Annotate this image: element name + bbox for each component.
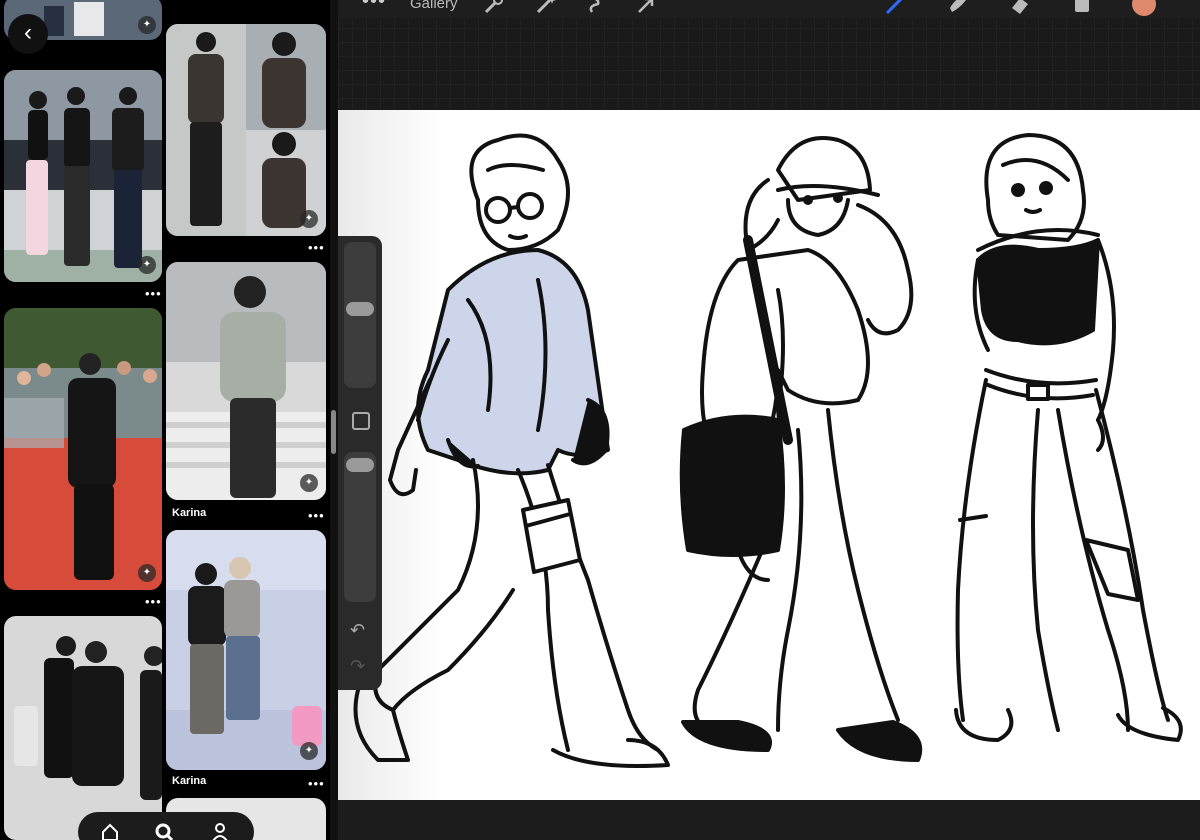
procreate-app: ••• Gallery	[338, 0, 1200, 840]
pin-badge-icon: ✦	[300, 474, 318, 492]
pin-badge-icon: ✦	[300, 210, 318, 228]
pin-more-button[interactable]: •••	[145, 595, 162, 608]
pin-image[interactable]	[4, 70, 162, 282]
pin-image[interactable]	[4, 308, 162, 590]
brush-icon[interactable]	[884, 0, 908, 16]
pin-badge-icon: ✦	[138, 16, 156, 34]
pin-image[interactable]	[166, 530, 326, 770]
chevron-left-icon: ‹	[24, 19, 32, 46]
modify-button[interactable]	[352, 412, 370, 430]
opacity-slider[interactable]	[344, 452, 376, 602]
pinterest-panel: ✦ ✦ ••• ✦ ••• ✦ ••• ✦ Karina ••• ✦ Karin…	[0, 0, 330, 840]
undo-button[interactable]: ↶	[350, 620, 365, 641]
top-toolbar: ••• Gallery	[338, 0, 1200, 18]
pin-badge-icon: ✦	[300, 742, 318, 760]
transform-icon[interactable]	[634, 0, 658, 16]
home-icon[interactable]	[100, 822, 120, 840]
pin-image[interactable]	[166, 262, 326, 500]
actions-menu-button[interactable]: •••	[362, 0, 386, 13]
split-view-handle[interactable]	[331, 410, 336, 454]
pin-more-button[interactable]: •••	[308, 777, 325, 790]
drawing-canvas[interactable]	[338, 110, 1200, 800]
wrench-icon[interactable]	[482, 0, 506, 16]
back-button[interactable]: ‹	[8, 14, 48, 54]
pin-image[interactable]	[4, 616, 162, 840]
profile-icon[interactable]	[210, 822, 230, 840]
gallery-button[interactable]: Gallery	[410, 0, 458, 12]
pin-more-button[interactable]: •••	[145, 287, 162, 300]
fashion-sketch	[338, 110, 1200, 800]
brush-sidebar: ↶ ↷	[338, 236, 382, 690]
brush-size-knob[interactable]	[346, 302, 374, 316]
pin-badge-icon: ✦	[138, 564, 156, 582]
color-picker-button[interactable]	[1132, 0, 1156, 16]
search-icon[interactable]	[154, 822, 174, 840]
eraser-icon[interactable]	[1008, 0, 1032, 16]
pin-image[interactable]	[166, 24, 326, 236]
pin-more-button[interactable]: •••	[308, 509, 325, 522]
pin-more-button[interactable]: •••	[308, 241, 325, 254]
redo-button[interactable]: ↷	[350, 656, 365, 677]
pin-label: Karina	[172, 775, 207, 787]
canvas-bottom-area	[338, 800, 1200, 840]
bottom-nav-bar	[78, 812, 254, 840]
smudge-icon[interactable]	[946, 0, 970, 16]
pin-badge-icon: ✦	[138, 256, 156, 274]
pin-label: Karina	[172, 507, 207, 519]
layers-icon[interactable]	[1070, 0, 1094, 16]
opacity-knob[interactable]	[346, 458, 374, 472]
selection-icon[interactable]	[582, 0, 606, 16]
magic-wand-icon[interactable]	[534, 0, 558, 16]
